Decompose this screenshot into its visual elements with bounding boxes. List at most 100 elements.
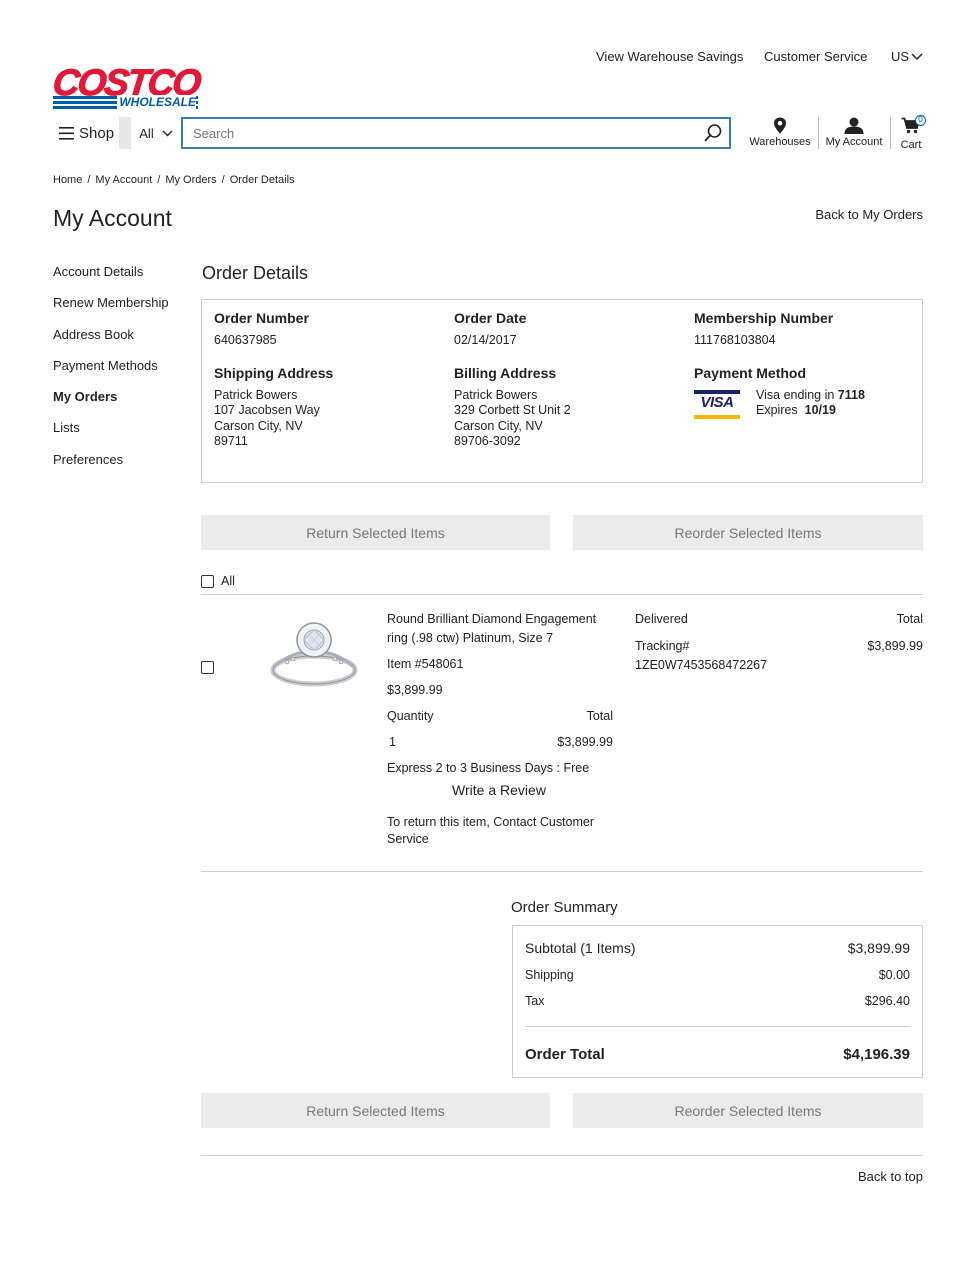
write-review-link[interactable]: Write a Review	[387, 781, 613, 800]
warehouses-nav[interactable]: Warehouses	[749, 117, 811, 149]
order-date-label: Order Date	[454, 310, 527, 326]
sidebar-item-payment-methods[interactable]: Payment Methods	[53, 358, 169, 389]
country-selector[interactable]: US	[891, 49, 923, 64]
order-col-1: Order Number 640637985 Shipping Address …	[214, 310, 444, 450]
tax-label: Tax	[525, 994, 545, 1008]
item-name[interactable]: Round Brilliant Diamond Engagement ring …	[387, 610, 613, 648]
chevron-down-icon	[911, 52, 923, 60]
shipping-address-label: Shipping Address	[214, 365, 334, 381]
order-details-heading: Order Details	[202, 263, 309, 283]
search-icon[interactable]	[703, 123, 723, 143]
my-account-nav[interactable]: My Account	[823, 117, 885, 149]
sidebar-item-my-orders[interactable]: My Orders	[53, 389, 169, 420]
sidebar-item-address-book[interactable]: Address Book	[53, 327, 169, 358]
search-input[interactable]	[193, 125, 703, 141]
location-pin-icon	[774, 117, 786, 134]
order-summary-box: Subtotal (1 Items) $3,899.99 Shipping $0…	[512, 925, 923, 1078]
reorder-selected-items-button[interactable]: Reorder Selected Items	[573, 515, 923, 550]
divider	[201, 1155, 923, 1156]
sidebar-item-lists[interactable]: Lists	[53, 420, 169, 451]
item-checkbox[interactable]	[201, 661, 214, 674]
category-select-value: All	[139, 125, 154, 141]
membership-number-label: Membership Number	[694, 310, 834, 326]
sidebar-item-preferences[interactable]: Preferences	[53, 452, 169, 483]
visa-card-icon: VISA	[694, 389, 740, 419]
card-info: Visa ending in 7118 Expires 10/19	[756, 388, 865, 419]
category-select[interactable]: All	[131, 117, 181, 149]
item-quantity: 1	[389, 735, 396, 749]
view-warehouse-savings-link[interactable]: View Warehouse Savings	[596, 49, 743, 64]
my-account-label: My Account	[825, 136, 883, 148]
card-ending-prefix: Visa ending in	[756, 387, 835, 402]
breadcrumb-home[interactable]: Home	[53, 174, 82, 186]
order-col-2: Order Date 02/14/2017 Billing Address Pa…	[454, 310, 684, 450]
divider	[201, 871, 923, 872]
sidebar-item-account-details[interactable]: Account Details	[53, 264, 169, 295]
billing-address-line: Carson City, NV	[454, 418, 543, 433]
back-to-orders-link[interactable]: Back to My Orders	[815, 207, 923, 222]
order-total-label: Order Total	[525, 1046, 605, 1063]
subtotal-value: $3,899.99	[847, 940, 910, 956]
sidebar-item-renew-membership[interactable]: Renew Membership	[53, 295, 169, 326]
item-price: $3,899.99	[387, 683, 443, 697]
logo-wholesale-text: WHOLESALE	[117, 95, 196, 109]
shipping-address-line: 89711	[214, 434, 248, 448]
costco-logo[interactable]: COSTCO WHOLESALE	[50, 62, 202, 109]
return-selected-items-button[interactable]: Return Selected Items	[201, 515, 550, 550]
payment-method: VISA Visa ending in 7118 Expires 10/19	[694, 388, 924, 419]
cart-count-badge: 0	[915, 115, 926, 126]
select-all-label: All	[221, 574, 235, 588]
delivery-status: Delivered	[635, 612, 688, 626]
nav-divider	[890, 117, 891, 149]
cart-icon-wrap: 0	[901, 115, 926, 139]
shipping-address-line: Patrick Bowers	[214, 387, 298, 402]
order-summary-heading: Order Summary	[511, 899, 618, 916]
card-ending: 7118	[837, 387, 865, 402]
cart-label: Cart	[900, 139, 922, 151]
status-total: $3,899.99	[867, 639, 923, 653]
order-info-card: Order Number 640637985 Shipping Address …	[201, 299, 923, 483]
order-col-3: Membership Number 111768103804 Payment M…	[694, 310, 924, 419]
back-to-top-link[interactable]: Back to top	[858, 1169, 923, 1184]
nav-divider	[818, 117, 819, 149]
search-bar	[181, 117, 731, 149]
breadcrumb: Home / My Account / My Orders / Order Details	[53, 174, 295, 186]
shop-menu-button[interactable]: Shop	[53, 117, 119, 149]
tracking-number[interactable]: 1ZE0W7453568472267	[635, 656, 923, 675]
divider	[525, 1026, 910, 1027]
select-all-row: All	[201, 574, 235, 588]
user-icon	[844, 117, 864, 134]
billing-address-line: 89706-3092	[454, 434, 521, 448]
nav-divider	[119, 117, 131, 149]
shipping-address-line: Carson City, NV	[214, 418, 303, 433]
product-image[interactable]	[265, 618, 361, 692]
warehouses-label: Warehouses	[749, 136, 811, 148]
shipping-address-line: 107 Jacobsen Way	[214, 403, 320, 417]
item-line-total: $3,899.99	[557, 735, 613, 749]
return-selected-items-button[interactable]: Return Selected Items	[201, 1093, 550, 1128]
cart-nav[interactable]: 0 Cart	[895, 115, 927, 151]
shipping-value: $0.00	[878, 968, 910, 982]
account-sidebar: Account Details Renew Membership Address…	[53, 264, 169, 483]
item-qty-header: Quantity Total	[387, 707, 613, 726]
tracking-label: Tracking#	[635, 639, 690, 653]
item-status: Delivered Total Tracking# $3,899.99 1ZE0…	[635, 610, 923, 675]
logo-subline: WHOLESALE	[53, 95, 198, 109]
shipping-method: Express 2 to 3 Business Days : Free	[387, 761, 590, 775]
hamburger-icon	[59, 126, 74, 140]
item-details: Round Brilliant Diamond Engagement ring …	[387, 610, 613, 848]
reorder-selected-items-button[interactable]: Reorder Selected Items	[573, 1093, 923, 1128]
billing-address-line: Patrick Bowers	[454, 387, 538, 402]
billing-address-line: 329 Corbett St Unit 2	[454, 403, 571, 417]
return-note: To return this item, Contact Customer Se…	[387, 815, 595, 846]
breadcrumb-my-orders[interactable]: My Orders	[165, 174, 216, 186]
breadcrumb-my-account[interactable]: My Account	[95, 174, 152, 186]
country-label: US	[891, 49, 910, 64]
diamond-ring-icon	[270, 622, 358, 687]
customer-service-link[interactable]: Customer Service	[764, 49, 867, 64]
select-all-checkbox[interactable]	[201, 574, 214, 588]
order-date: 02/14/2017	[454, 332, 517, 347]
shop-label: Shop	[79, 124, 115, 142]
subtotal-label: Subtotal (1 Items)	[525, 940, 636, 956]
payment-method-label: Payment Method	[694, 365, 807, 381]
